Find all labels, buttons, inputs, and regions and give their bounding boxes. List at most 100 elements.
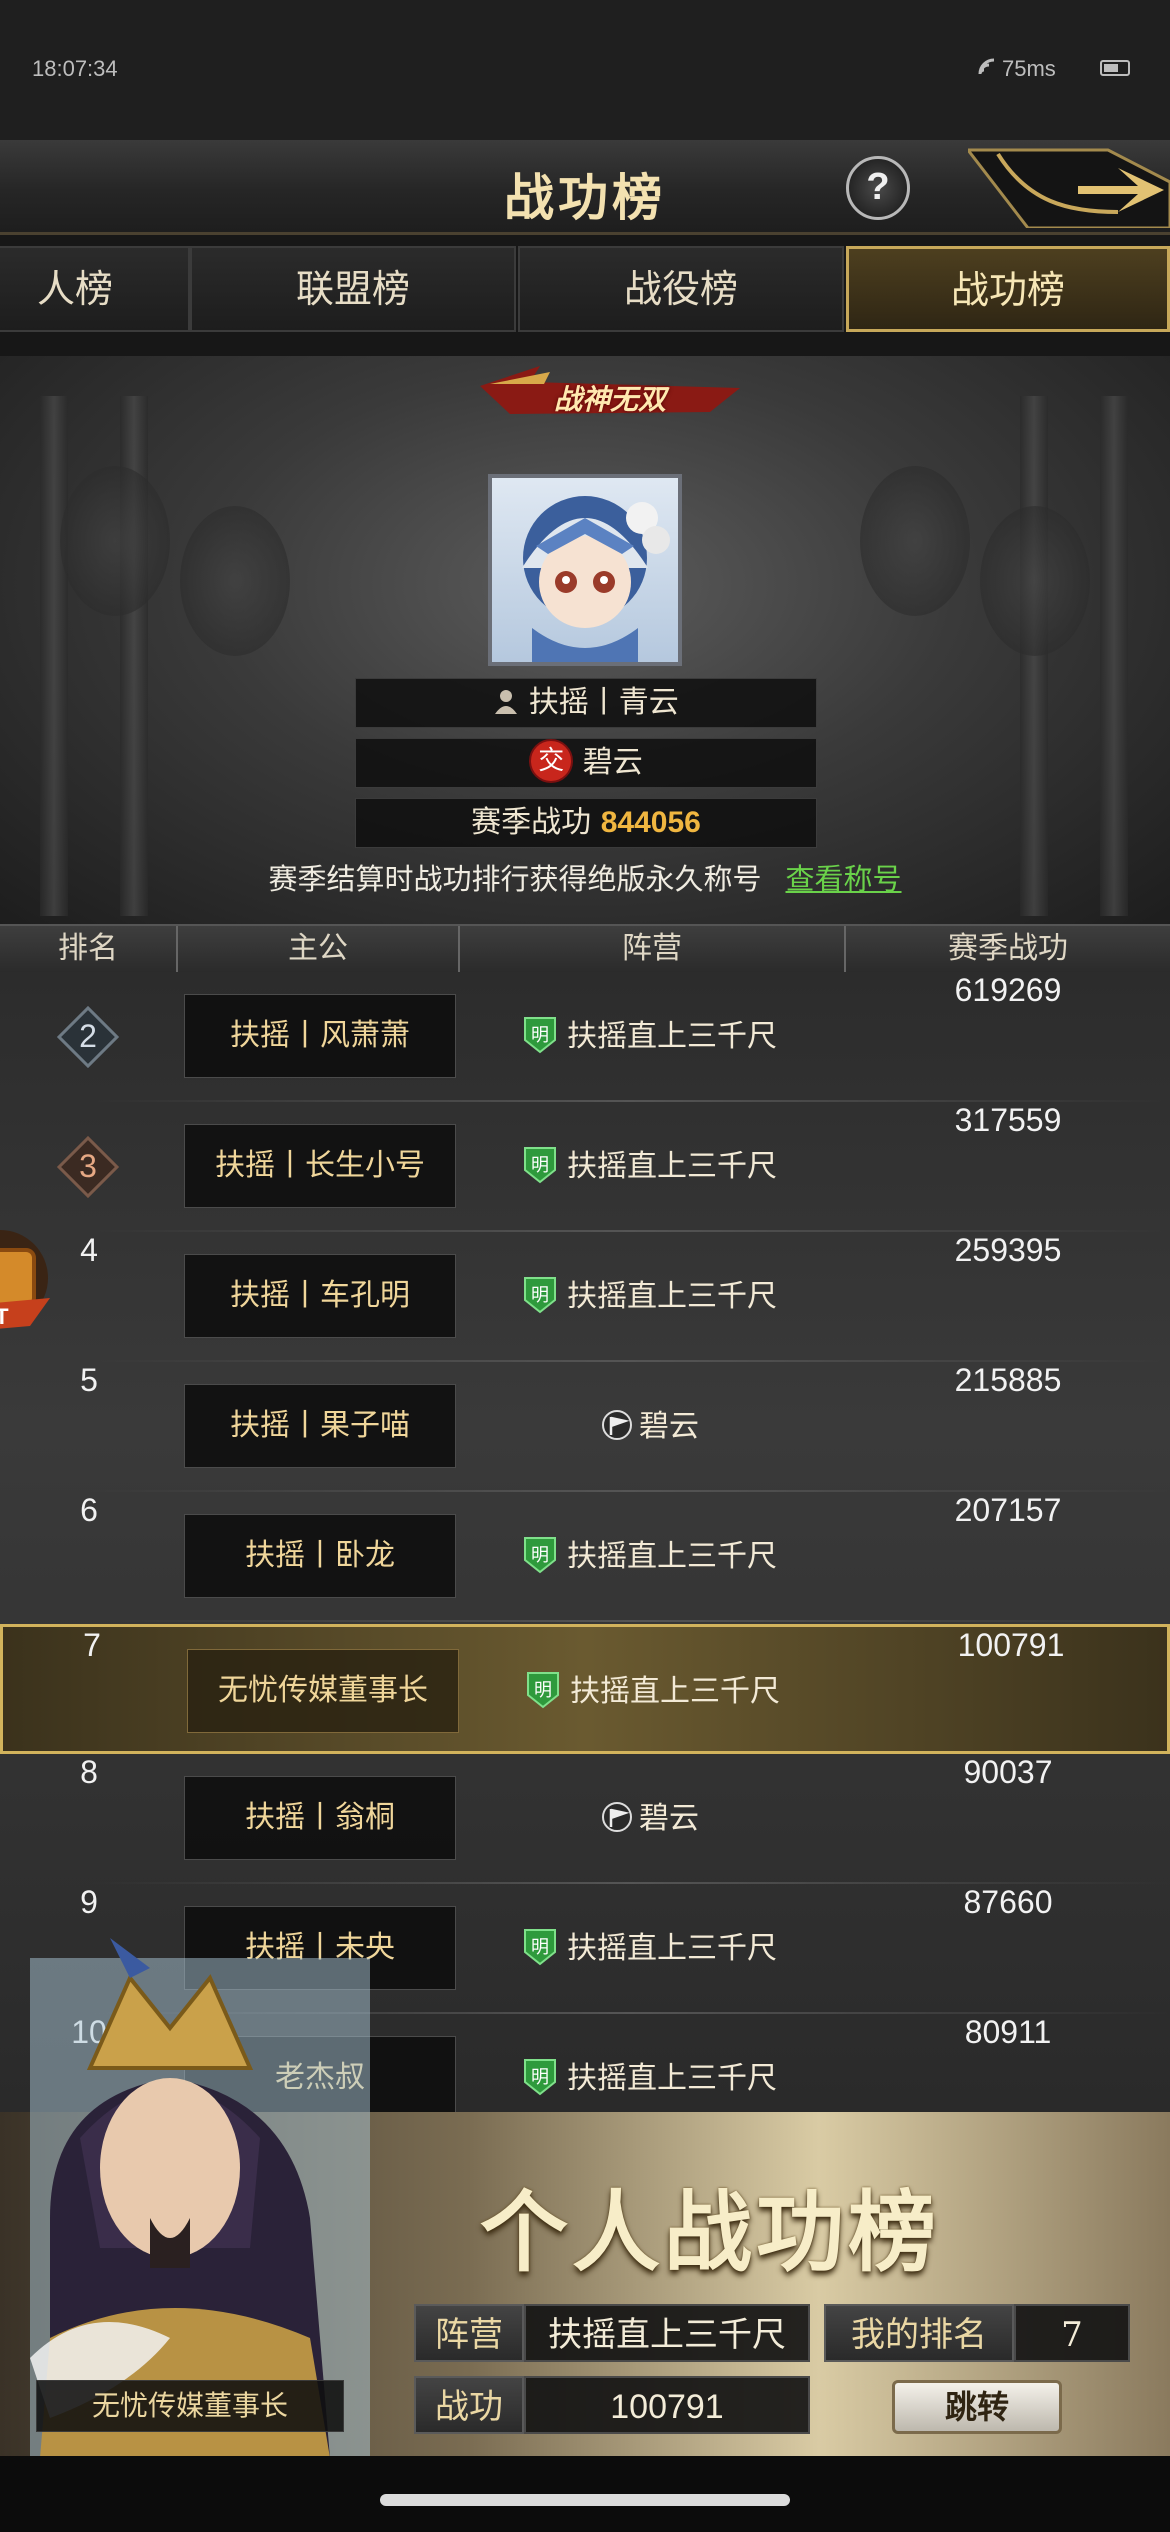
avatar-image <box>522 496 670 662</box>
flag-icon <box>602 1410 632 1440</box>
camp-name: 扶摇直上三千尺 <box>567 1019 777 1054</box>
lord-name[interactable]: 扶摇丨果子喵 <box>184 1384 456 1468</box>
rank-2-badge: 2 <box>56 1005 120 1069</box>
rank-3-badge: 3 <box>56 1135 120 1199</box>
lord-name[interactable]: 扶摇丨长生小号 <box>184 1124 456 1208</box>
ming-shield-icon: 明 <box>527 1672 559 1709</box>
svg-text:OT: OT <box>0 1304 9 1329</box>
notice-text: 赛季结算时战功排行获得绝版永久称号 <box>268 862 762 896</box>
camp-cell: 明扶摇直上三千尺 <box>463 1627 843 1757</box>
jump-button[interactable]: 跳转 <box>892 2380 1062 2434</box>
ming-shield-icon: 明 <box>524 1929 556 1966</box>
score-cell: 207157 <box>954 1492 1062 1528</box>
score-cell: 90037 <box>963 1754 1053 1790</box>
season-notice: 赛季结算时战功排行获得绝版永久称号 查看称号 <box>0 856 1170 898</box>
table-row[interactable]: 8 扶摇丨翁桐 碧云 90037 <box>0 1754 1170 1884</box>
camp-cell: 碧云 <box>460 1362 840 1492</box>
champion-avatar[interactable] <box>488 474 682 666</box>
camp-cell: 明扶摇直上三千尺 <box>460 972 840 1102</box>
camp-cell: 明扶摇直上三千尺 <box>460 1884 840 2014</box>
table-row[interactable]: 2 扶摇丨风萧萧 明扶摇直上三千尺 619269 <box>0 972 1170 1102</box>
tab-label: 战功榜 <box>950 268 1065 312</box>
status-time: 18:07:34 <box>32 56 118 81</box>
ming-shield-icon: 明 <box>524 1147 556 1184</box>
merit-value: 100791 <box>524 2376 810 2434</box>
champion-camp-box: 交 碧云 <box>355 738 817 788</box>
lord-name[interactable]: 扶摇丨风萧萧 <box>184 994 456 1078</box>
my-rank-value: 7 <box>1014 2304 1130 2362</box>
score-cell: 619269 <box>954 972 1062 1008</box>
camp-badge-icon: 交 <box>529 739 574 783</box>
table-row[interactable]: 4 扶摇丨车孔明 明扶摇直上三千尺 259395 <box>0 1232 1170 1362</box>
table-row[interactable]: 3 扶摇丨长生小号 明扶摇直上三千尺 317559 <box>0 1102 1170 1232</box>
svg-text:明: 明 <box>531 1025 549 1046</box>
hot-event-badge[interactable]: OT <box>0 1228 56 1358</box>
champion-name: 扶摇丨青云 <box>528 685 679 720</box>
svg-text:明: 明 <box>531 1937 549 1958</box>
camp-name: 扶摇直上三千尺 <box>567 1539 777 1574</box>
ming-shield-icon: 明 <box>524 1277 556 1314</box>
help-button[interactable]: ? <box>846 156 910 220</box>
tab-merit[interactable]: 战功榜 <box>846 246 1170 332</box>
score-cell: 80911 <box>964 2014 1052 2050</box>
camp-value: 扶摇直上三千尺 <box>524 2304 810 2362</box>
ming-shield-icon: 明 <box>524 1017 556 1054</box>
svg-text:明: 明 <box>531 1285 549 1306</box>
camp-name: 扶摇直上三千尺 <box>567 1149 777 1184</box>
champion-banner-text: 战神无双 <box>553 383 666 416</box>
camp-cell: 明扶摇直上三千尺 <box>460 2014 840 2112</box>
signal-icon <box>978 58 995 75</box>
tab-personal[interactable]: 人榜 <box>0 246 190 332</box>
lord-name[interactable]: 扶摇丨车孔明 <box>184 1254 456 1338</box>
tab-alliance[interactable]: 联盟榜 <box>190 246 516 332</box>
rank-cell: 7 <box>83 1627 101 1663</box>
ming-shield-icon: 明 <box>524 2059 556 2096</box>
camp-name: 扶摇直上三千尺 <box>567 2061 777 2096</box>
camp-name: 碧云 <box>639 1409 699 1444</box>
score-cell: 215885 <box>954 1362 1062 1398</box>
lord-name[interactable]: 无忧传媒董事长 <box>187 1649 459 1733</box>
score-cell: 317559 <box>954 1102 1062 1138</box>
champion-camp: 碧云 <box>582 745 643 780</box>
tab-label: 联盟榜 <box>295 267 410 311</box>
home-indicator[interactable] <box>0 2456 1170 2532</box>
svg-text:明: 明 <box>531 2067 549 2088</box>
flag-icon <box>602 1802 632 1832</box>
lord-name[interactable]: 扶摇丨卧龙 <box>184 1514 456 1598</box>
svg-text:明: 明 <box>531 1155 549 1176</box>
table-row[interactable]: 5 扶摇丨果子喵 碧云 215885 <box>0 1362 1170 1492</box>
back-arrow-icon[interactable] <box>968 142 1170 228</box>
camp-name: 碧云 <box>639 1801 699 1836</box>
lord-name[interactable]: 扶摇丨翁桐 <box>184 1776 456 1860</box>
header-camp: 阵营 <box>460 926 846 972</box>
header-score: 赛季战功 <box>948 931 1068 966</box>
rank-cell: 6 <box>80 1492 98 1528</box>
camp-name: 扶摇直上三千尺 <box>570 1674 780 1709</box>
title-bar: 战功榜 ? <box>0 140 1170 235</box>
score-cell: 259395 <box>954 1232 1062 1268</box>
my-rank-label: 我的排名 <box>824 2304 1014 2362</box>
player-name-plate: 无忧传媒董事长 <box>36 2380 344 2432</box>
champion-name-box: 扶摇丨青云 <box>355 678 817 728</box>
view-titles-link[interactable]: 查看称号 <box>786 862 902 896</box>
camp-name: 扶摇直上三千尺 <box>567 1931 777 1966</box>
svg-text:明: 明 <box>531 1545 549 1566</box>
header-rank: 排名 <box>0 926 178 972</box>
tab-battle[interactable]: 战役榜 <box>518 246 844 332</box>
season-label: 赛季战功 <box>471 805 592 840</box>
champion-season-box: 赛季战功 844056 <box>355 798 817 848</box>
table-header: 排名 主公 阵营 赛季战功 <box>0 924 1170 974</box>
treasure-chest-icon: OT <box>0 1230 50 1329</box>
tab-label: 战役榜 <box>623 267 738 311</box>
battery-icon <box>1100 60 1130 76</box>
rank-cell: 8 <box>80 1754 98 1790</box>
season-value: 844056 <box>600 806 701 839</box>
champion-panel: 战神无双 扶摇丨青云 交 碧云 赛季战功 844056 赛季结算时战功排行获得绝… <box>0 356 1170 926</box>
table-row-self[interactable]: 7 无忧传媒董事长 明扶摇直上三千尺 100791 <box>0 1624 1170 1754</box>
tab-bar: 人榜 联盟榜 战役榜 战功榜 <box>0 246 1170 336</box>
camp-name: 扶摇直上三千尺 <box>567 1279 777 1314</box>
panel-title: 个人战功榜 <box>480 2180 941 2284</box>
rank-cell: 5 <box>80 1362 98 1398</box>
table-row[interactable]: 6 扶摇丨卧龙 明扶摇直上三千尺 207157 <box>0 1492 1170 1622</box>
tab-label: 人榜 <box>36 267 113 311</box>
